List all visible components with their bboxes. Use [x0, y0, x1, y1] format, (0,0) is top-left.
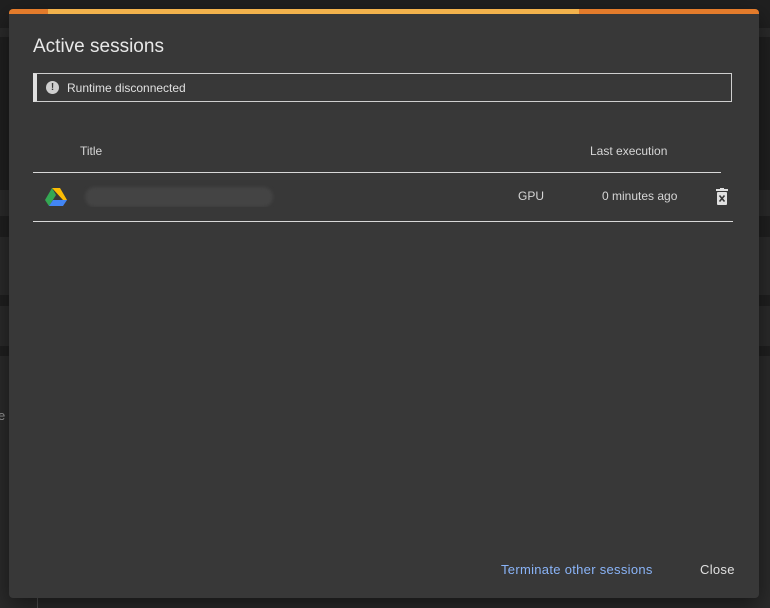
- background-divider: [37, 598, 38, 608]
- session-title[interactable]: [79, 185, 275, 207]
- terminate-other-sessions-button[interactable]: Terminate other sessions: [501, 562, 653, 577]
- redacted-title-mask: [85, 187, 273, 207]
- session-accelerator: GPU: [518, 189, 545, 203]
- sessions-table-header: Title Last execution: [33, 139, 721, 173]
- delete-icon[interactable]: [714, 188, 730, 206]
- active-sessions-dialog: Active sessions ! Runtime disconnected T…: [9, 9, 759, 598]
- dialog-title: Active sessions: [33, 36, 164, 57]
- session-last-execution: 0 minutes ago: [602, 189, 678, 203]
- session-row[interactable]: GPU 0 minutes ago: [33, 173, 733, 222]
- background-text: e: [0, 408, 6, 423]
- column-header-last-execution: Last execution: [590, 144, 668, 158]
- column-header-title: Title: [80, 144, 103, 158]
- alert-text: Runtime disconnected: [67, 80, 186, 95]
- close-button[interactable]: Close: [700, 562, 735, 577]
- progress-bar: [9, 9, 759, 14]
- google-drive-icon: [45, 188, 67, 206]
- alert-circle-icon: !: [46, 81, 59, 94]
- progress-fill: [48, 9, 579, 14]
- runtime-status-alert: ! Runtime disconnected: [33, 73, 732, 102]
